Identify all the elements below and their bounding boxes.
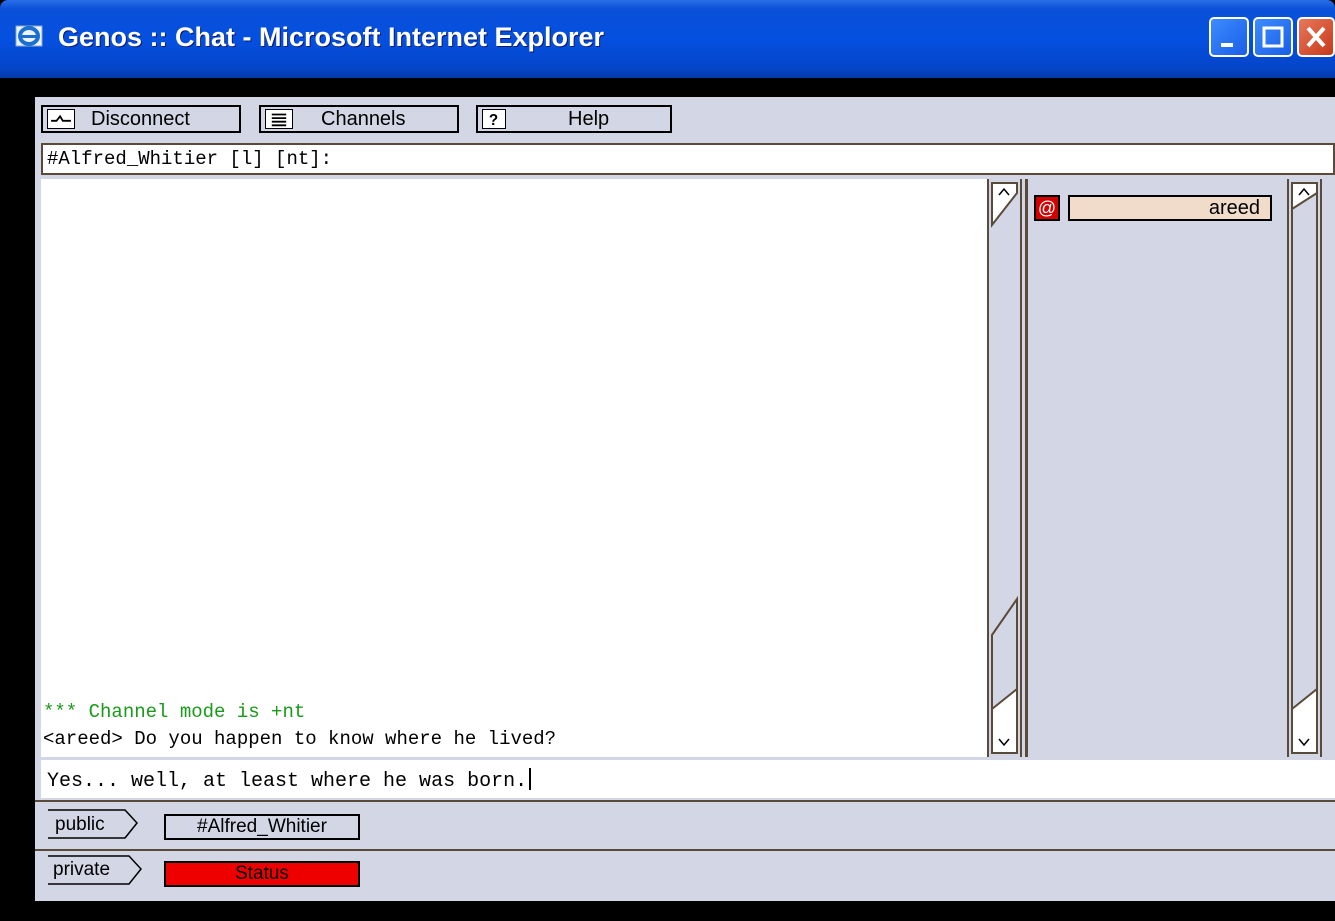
help-label: Help xyxy=(568,108,610,130)
chat-line-mode: *** Channel mode is +nt xyxy=(43,701,306,723)
list-icon xyxy=(265,109,293,129)
public-tab-label[interactable]: public xyxy=(55,814,105,836)
title-bar: Genos :: Chat - Microsoft Internet Explo… xyxy=(0,0,1335,78)
disconnect-icon xyxy=(47,109,75,129)
minimize-button[interactable] xyxy=(1209,17,1249,57)
disconnect-label: Disconnect xyxy=(91,108,190,130)
help-icon: ? xyxy=(482,109,506,129)
minimize-icon xyxy=(1221,43,1233,47)
channels-button[interactable]: Channels xyxy=(259,105,459,133)
svg-text:?: ? xyxy=(489,112,498,129)
chat-log: *** Channel mode is +nt <areed> Do you h… xyxy=(41,179,987,757)
op-icon: @ xyxy=(1034,195,1060,221)
private-tab-row: private Status xyxy=(35,849,1335,901)
maximize-button[interactable] xyxy=(1253,17,1293,57)
help-button[interactable]: ? Help xyxy=(476,105,672,133)
nick-areed[interactable]: areed xyxy=(1068,195,1272,221)
maximize-icon xyxy=(1262,26,1284,48)
channel-topic: #Alfred_Whitier [l] [nt]: xyxy=(41,143,1335,175)
disconnect-button[interactable]: Disconnect xyxy=(41,105,241,133)
ie-icon xyxy=(15,25,43,47)
private-tab-label[interactable]: private xyxy=(53,859,110,881)
close-button[interactable] xyxy=(1297,17,1335,57)
message-input-value: Yes... well, at least where he was born. xyxy=(47,770,528,793)
status-tab[interactable]: Status xyxy=(164,861,360,887)
window-title: Genos :: Chat - Microsoft Internet Explo… xyxy=(58,22,605,52)
nick-scrollbar[interactable] xyxy=(1287,179,1322,757)
nick-list: @ areed xyxy=(1025,179,1287,757)
close-icon xyxy=(1306,26,1326,48)
chat-scrollbar[interactable] xyxy=(987,179,1022,757)
chat-line-message: <areed> Do you happen to know where he l… xyxy=(43,728,557,750)
text-caret xyxy=(529,768,532,790)
chat-applet: Disconnect Channels ? Help #Alfred_Whiti… xyxy=(35,97,1335,901)
channels-label: Channels xyxy=(321,108,406,130)
public-tab-row: public #Alfred_Whitier xyxy=(35,800,1335,840)
chat-scroll-graphic xyxy=(991,182,1018,754)
message-input[interactable]: Yes... well, at least where he was born. xyxy=(41,760,1335,798)
channel-tab-alfred-whitier[interactable]: #Alfred_Whitier xyxy=(164,814,360,840)
nick-scroll-graphic xyxy=(1291,182,1318,754)
